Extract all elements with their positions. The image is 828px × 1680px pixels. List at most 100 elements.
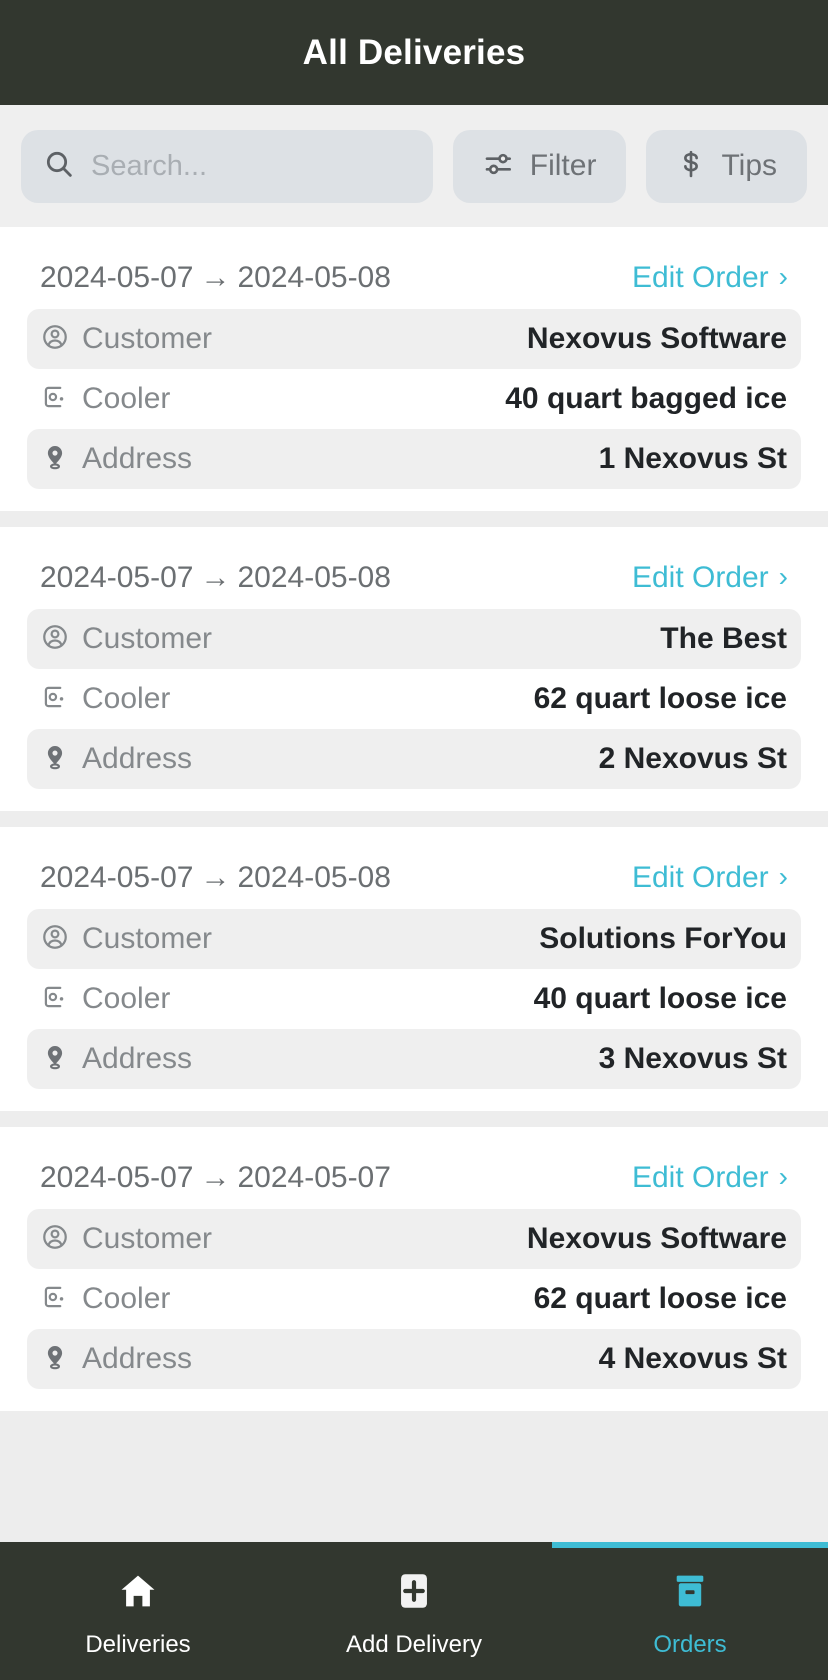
- card-header: 2024-05-07 → 2024-05-07 Edit Order ›: [27, 1147, 801, 1209]
- edit-order-label: Edit Order: [631, 861, 769, 894]
- customer-row: Customer Nexovus Software: [27, 309, 801, 369]
- delivery-card[interactable]: 2024-05-07 → 2024-05-08 Edit Order › Custo…: [0, 827, 828, 1111]
- bottom-navigation: Deliveries Add Delivery Orders: [0, 1542, 828, 1680]
- filter-button[interactable]: Filter: [452, 129, 627, 203]
- address-value: 3 Nexovus St: [598, 1042, 787, 1075]
- customer-label: Customer: [82, 622, 213, 655]
- date-range: 2024-05-07 → 2024-05-07: [40, 1161, 391, 1195]
- cooler-icon: [669, 1570, 711, 1617]
- nav-item-add-delivery[interactable]: Add Delivery: [276, 1542, 552, 1680]
- search-icon: [43, 148, 75, 185]
- map-pin-icon: [41, 1343, 69, 1376]
- tips-button-label: Tips: [721, 149, 777, 182]
- cooler-value: 40 quart loose ice: [533, 982, 787, 1015]
- address-row: Address 1 Nexovus St: [27, 429, 801, 489]
- date-start: 2024-05-07: [40, 561, 194, 594]
- page-title: All Deliveries: [302, 32, 526, 72]
- edit-order-button[interactable]: Edit Order ›: [632, 1161, 788, 1195]
- address-row: Address 4 Nexovus St: [27, 1329, 801, 1389]
- tips-button[interactable]: Tips: [646, 129, 807, 203]
- app-root: All Deliveries Search... Filter Tips 202…: [0, 0, 828, 1680]
- edit-order-button[interactable]: Edit Order ›: [632, 861, 788, 895]
- nav-label-orders: Orders: [653, 1630, 727, 1658]
- cooler-value: 40 quart bagged ice: [505, 382, 787, 415]
- nav-label-deliveries: Deliveries: [85, 1630, 191, 1658]
- delivery-card[interactable]: 2024-05-07 → 2024-05-08 Edit Order › Custo…: [0, 227, 828, 511]
- address-label: Address: [82, 742, 193, 775]
- cooler-label: Cooler: [82, 682, 171, 715]
- cooler-box-icon: [41, 683, 69, 716]
- edit-order-button[interactable]: Edit Order ›: [632, 561, 788, 595]
- nav-item-deliveries[interactable]: Deliveries: [0, 1542, 276, 1680]
- date-end: 2024-05-07: [237, 1161, 391, 1194]
- app-header: All Deliveries: [0, 0, 828, 105]
- edit-order-label: Edit Order: [631, 1161, 769, 1194]
- user-circle-icon: [41, 1223, 69, 1256]
- arrow-right-icon: →: [200, 1161, 231, 1194]
- card-header: 2024-05-07 → 2024-05-08 Edit Order ›: [27, 847, 801, 909]
- address-row: Address 2 Nexovus St: [27, 729, 801, 789]
- cooler-box-icon: [41, 983, 69, 1016]
- dollar-icon: [676, 148, 706, 185]
- edit-order-button[interactable]: Edit Order ›: [632, 261, 788, 295]
- cooler-label: Cooler: [82, 382, 171, 415]
- customer-value: Nexovus Software: [526, 322, 787, 355]
- customer-row: Customer The Best: [27, 609, 801, 669]
- user-circle-icon: [41, 923, 69, 956]
- date-range: 2024-05-07 → 2024-05-08: [40, 561, 391, 595]
- customer-label: Customer: [82, 1222, 213, 1255]
- card-header: 2024-05-07 → 2024-05-08 Edit Order ›: [27, 547, 801, 609]
- customer-row: Customer Solutions ForYou: [27, 909, 801, 969]
- search-input[interactable]: Search...: [21, 129, 433, 203]
- chevron-right-icon: ›: [778, 1161, 788, 1192]
- cooler-row: Cooler 62 quart loose ice: [27, 669, 801, 729]
- address-value: 1 Nexovus St: [598, 442, 787, 475]
- date-end: 2024-05-08: [237, 261, 391, 294]
- chevron-right-icon: ›: [778, 261, 788, 292]
- cooler-box-icon: [41, 1283, 69, 1316]
- sliders-icon: [483, 148, 515, 185]
- customer-label: Customer: [82, 322, 213, 355]
- chevron-right-icon: ›: [778, 861, 788, 892]
- deliveries-list[interactable]: 2024-05-07 → 2024-05-08 Edit Order › Custo…: [0, 227, 828, 1542]
- date-start: 2024-05-07: [40, 261, 194, 294]
- customer-label: Customer: [82, 922, 213, 955]
- cooler-value: 62 quart loose ice: [533, 682, 787, 715]
- cooler-label: Cooler: [82, 982, 171, 1015]
- nav-item-orders[interactable]: Orders: [552, 1542, 828, 1680]
- date-range: 2024-05-07 → 2024-05-08: [40, 861, 391, 895]
- cooler-row: Cooler 40 quart bagged ice: [27, 369, 801, 429]
- date-range: 2024-05-07 → 2024-05-08: [40, 261, 391, 295]
- cooler-label: Cooler: [82, 1282, 171, 1315]
- plus-square-icon: [393, 1570, 435, 1617]
- date-start: 2024-05-07: [40, 861, 194, 894]
- customer-row: Customer Nexovus Software: [27, 1209, 801, 1269]
- cooler-value: 62 quart loose ice: [533, 1282, 787, 1315]
- map-pin-icon: [41, 443, 69, 476]
- search-placeholder: Search...: [91, 149, 208, 182]
- delivery-card[interactable]: 2024-05-07 → 2024-05-08 Edit Order › Custo…: [0, 527, 828, 811]
- map-pin-icon: [41, 743, 69, 776]
- card-header: 2024-05-07 → 2024-05-08 Edit Order ›: [27, 247, 801, 309]
- delivery-card[interactable]: 2024-05-07 → 2024-05-07 Edit Order › Custo…: [0, 1127, 828, 1411]
- cooler-row: Cooler 62 quart loose ice: [27, 1269, 801, 1329]
- cooler-row: Cooler 40 quart loose ice: [27, 969, 801, 1029]
- address-value: 4 Nexovus St: [598, 1342, 787, 1375]
- user-circle-icon: [41, 323, 69, 356]
- toolbar: Search... Filter Tips: [0, 105, 828, 227]
- user-circle-icon: [41, 623, 69, 656]
- date-end: 2024-05-08: [237, 861, 391, 894]
- arrow-right-icon: →: [200, 561, 231, 594]
- address-label: Address: [82, 442, 193, 475]
- date-end: 2024-05-08: [237, 561, 391, 594]
- arrow-right-icon: →: [200, 261, 231, 294]
- date-start: 2024-05-07: [40, 1161, 194, 1194]
- chevron-right-icon: ›: [778, 561, 788, 592]
- map-pin-icon: [41, 1043, 69, 1076]
- cooler-box-icon: [41, 383, 69, 416]
- edit-order-label: Edit Order: [631, 261, 769, 294]
- customer-value: Solutions ForYou: [539, 922, 787, 955]
- edit-order-label: Edit Order: [631, 561, 769, 594]
- address-label: Address: [82, 1042, 193, 1075]
- customer-value: Nexovus Software: [526, 1222, 787, 1255]
